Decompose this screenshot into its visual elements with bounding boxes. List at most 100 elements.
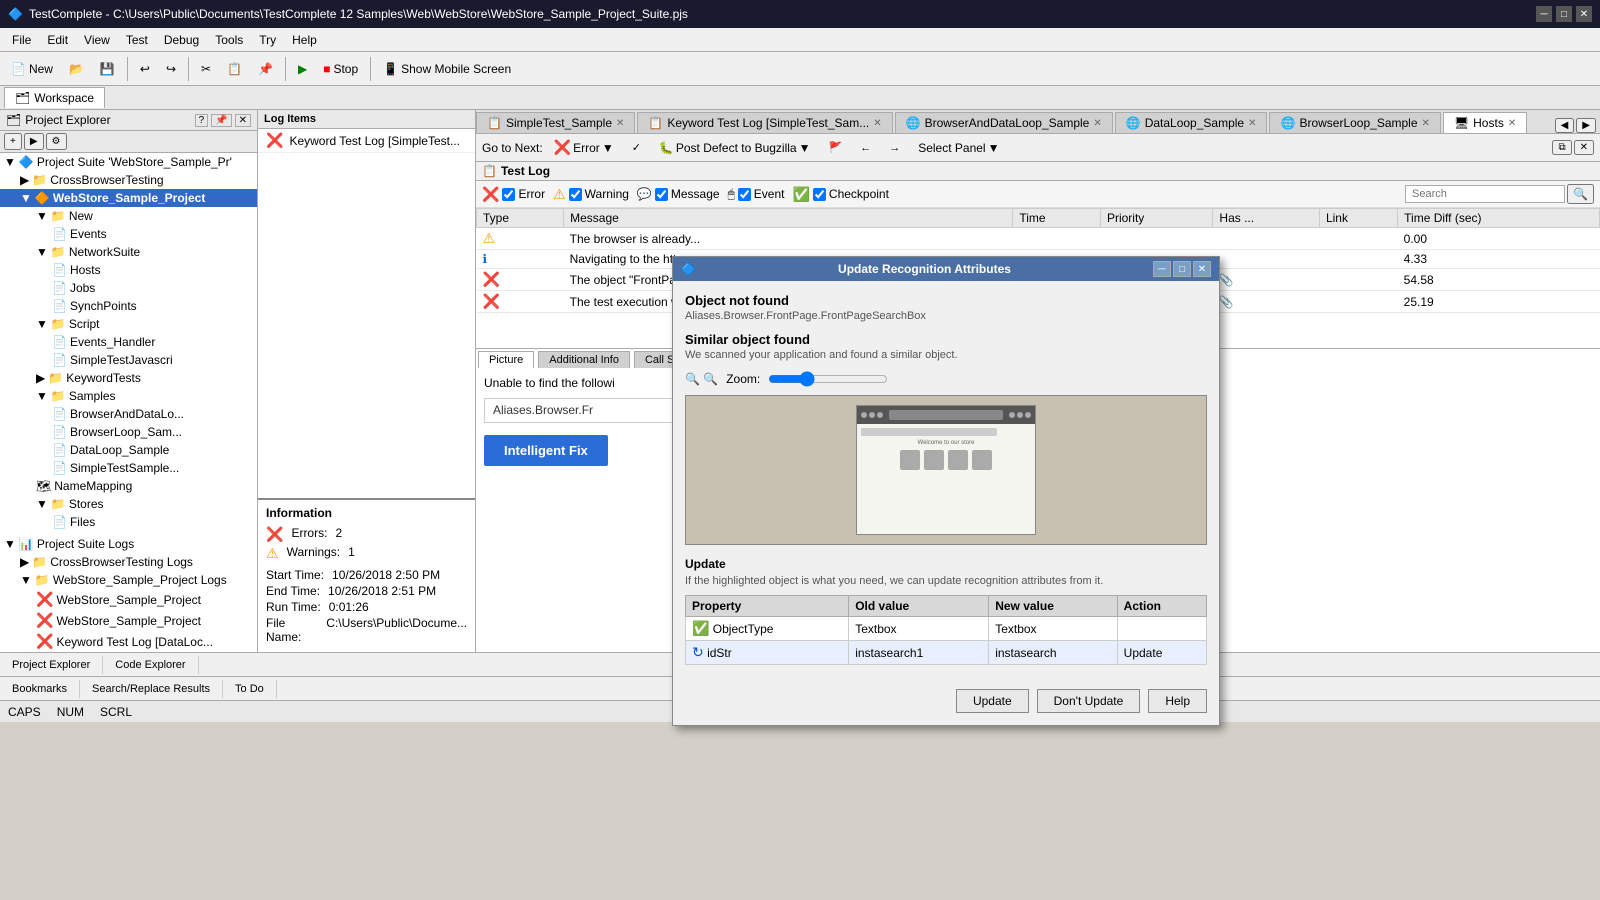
show-mobile-button[interactable]: 📱 Show Mobile Screen xyxy=(376,58,518,80)
event-checkbox[interactable] xyxy=(738,188,751,201)
new-button[interactable]: 📄 New xyxy=(4,58,60,80)
tab-additional-info[interactable]: Additional Info xyxy=(538,351,630,368)
tree-item-log2[interactable]: ❌ WebStore_Sample_Project xyxy=(0,610,257,631)
tab-hosts[interactable]: 🖥 Hosts ✕ xyxy=(1443,112,1527,133)
refresh-icon[interactable]: ↻ xyxy=(692,644,704,660)
paste-button[interactable]: 📌 xyxy=(251,58,280,80)
intelligent-fix-button[interactable]: Intelligent Fix xyxy=(484,435,608,466)
tab-left-arrow[interactable]: ◀ xyxy=(1555,118,1575,133)
search-replace-tab[interactable]: Search/Replace Results xyxy=(80,680,223,698)
tree-item-simpletest[interactable]: 📄 SimpleTestSample... xyxy=(0,459,257,477)
tab-browserloop[interactable]: 🌐 BrowserLoop_Sample ✕ xyxy=(1269,112,1440,133)
update-button[interactable]: Update xyxy=(956,689,1029,713)
add-project-button[interactable]: + xyxy=(4,133,22,150)
explorer-close-icon[interactable]: ✕ xyxy=(235,114,251,127)
tree-item-advanced[interactable]: ▼ 📁 New xyxy=(0,207,257,225)
tree-item-log1[interactable]: ❌ WebStore_Sample_Project xyxy=(0,589,257,610)
tree-item-crossbrowser-logs[interactable]: ▶ 📁 CrossBrowserTesting Logs xyxy=(0,553,257,571)
tab-close-icon[interactable]: ✕ xyxy=(616,118,624,129)
open-button[interactable]: 📂 xyxy=(62,58,91,80)
help-button[interactable]: Help xyxy=(1148,689,1207,713)
tree-item-browseranddataloop[interactable]: 📄 BrowserAndDataLo... xyxy=(0,405,257,423)
attr-row-1[interactable]: ✅ ObjectType Textbox Textbox xyxy=(686,617,1207,641)
tree-item-samples[interactable]: ▼ 📁 Samples xyxy=(0,387,257,405)
nav-back-button[interactable]: ← xyxy=(853,139,878,157)
tab-right-arrow[interactable]: ▶ xyxy=(1576,118,1596,133)
dont-update-button[interactable]: Don't Update xyxy=(1037,689,1141,713)
tree-item-webstore[interactable]: ▼ 🔶 WebStore_Sample_Project xyxy=(0,189,257,207)
menu-debug[interactable]: Debug xyxy=(156,31,207,49)
tab-nav-arrows[interactable]: ◀ ▶ xyxy=(1555,118,1600,133)
tab-close-icon[interactable]: ✕ xyxy=(1093,118,1101,129)
tree-item-jobs[interactable]: 📄 Jobs xyxy=(0,279,257,297)
tab-close-icon[interactable]: ✕ xyxy=(1422,118,1430,129)
help-icon[interactable]: ? xyxy=(195,114,209,127)
tab-close-icon[interactable]: ✕ xyxy=(1508,118,1516,129)
explorer-pin-icon[interactable]: 📌 xyxy=(211,114,231,127)
stop-button[interactable]: ■ Stop xyxy=(316,58,365,80)
close-button[interactable]: ✕ xyxy=(1576,6,1592,22)
tree-item-files[interactable]: 📄 Files xyxy=(0,513,257,531)
explorer-settings-button[interactable]: ⚙ xyxy=(46,133,67,150)
panel-restore-button[interactable]: ⧉ xyxy=(1552,140,1571,155)
menu-edit[interactable]: Edit xyxy=(39,31,76,49)
tree-item-events[interactable]: 📄 Events xyxy=(0,225,257,243)
undo-button[interactable]: ↩ xyxy=(133,58,157,80)
tree-item-events-handler[interactable]: 📄 Events_Handler xyxy=(0,333,257,351)
filter-message[interactable]: 💬 Message xyxy=(637,187,720,201)
tree-item-webstore-logs[interactable]: ▼ 📁 WebStore_Sample_Project Logs xyxy=(0,571,257,589)
accept-button[interactable]: ✓ xyxy=(625,138,648,157)
message-checkbox[interactable] xyxy=(655,188,668,201)
filter-error[interactable]: ❌ Error xyxy=(482,186,545,203)
tab-close-icon[interactable]: ✕ xyxy=(1248,118,1256,129)
tab-simpletest[interactable]: 📋 SimpleTest_Sample ✕ xyxy=(476,112,635,133)
tab-picture[interactable]: Picture xyxy=(478,351,534,368)
tree-item-networksuite[interactable]: ▼ 📁 NetworkSuite xyxy=(0,243,257,261)
filter-event[interactable]: 🖱 Event xyxy=(728,187,785,202)
menu-help[interactable]: Help xyxy=(284,31,325,49)
minimize-button[interactable]: ─ xyxy=(1536,6,1552,22)
flag-icon[interactable]: 🚩 xyxy=(822,138,850,157)
copy-button[interactable]: 📋 xyxy=(220,58,249,80)
title-bar-controls[interactable]: ─ □ ✕ xyxy=(1536,6,1592,22)
error-nav-button[interactable]: ❌ Error ▼ xyxy=(547,136,621,159)
select-panel-button[interactable]: Select Panel ▼ xyxy=(911,138,1006,158)
warning-checkbox[interactable] xyxy=(569,188,582,201)
tab-dataloop[interactable]: 🌐 DataLoop_Sample ✕ xyxy=(1115,112,1268,133)
tree-item-suite[interactable]: ▼ 🔷 Project Suite 'WebStore_Sample_Pr' xyxy=(0,153,257,171)
filter-checkpoint[interactable]: ✅ Checkpoint xyxy=(792,186,888,203)
tab-close-icon[interactable]: ✕ xyxy=(873,118,881,129)
todo-tab[interactable]: To Do xyxy=(223,680,277,698)
menu-test[interactable]: Test xyxy=(118,31,156,49)
workspace-tab[interactable]: 🗂 Workspace xyxy=(4,87,105,108)
tree-item-synchpoints[interactable]: 📄 SynchPoints xyxy=(0,297,257,315)
dialog-maximize-button[interactable]: □ xyxy=(1173,261,1191,277)
dialog-minimize-button[interactable]: ─ xyxy=(1153,261,1171,277)
project-explorer-tab[interactable]: Project Explorer xyxy=(0,656,103,674)
tree-item-hosts[interactable]: 📄 Hosts xyxy=(0,261,257,279)
filter-warning[interactable]: ⚠ Warning xyxy=(553,186,629,203)
search-input[interactable] xyxy=(1405,185,1565,203)
tree-item-log3[interactable]: ❌ Keyword Test Log [DataLoc... xyxy=(0,631,257,652)
tree-item-suite-logs[interactable]: ▼ 📊 Project Suite Logs xyxy=(0,535,257,553)
code-explorer-tab[interactable]: Code Explorer xyxy=(103,656,198,674)
attr-row-2[interactable]: ↻ idStr instasearch1 instasearch Update xyxy=(686,641,1207,665)
filter-search-box[interactable]: 🔍 xyxy=(1405,184,1594,204)
error-checkbox[interactable] xyxy=(502,188,515,201)
cut-button[interactable]: ✂ xyxy=(194,58,218,80)
run-button[interactable]: ▶ xyxy=(291,58,314,80)
menu-try[interactable]: Try xyxy=(251,31,284,49)
maximize-button[interactable]: □ xyxy=(1556,6,1572,22)
bookmarks-tab[interactable]: Bookmarks xyxy=(0,680,80,698)
redo-button[interactable]: ↪ xyxy=(159,58,183,80)
nav-forward-button[interactable]: → xyxy=(882,139,907,157)
log-list-item[interactable]: ❌ Keyword Test Log [SimpleTest... xyxy=(258,129,475,153)
menu-file[interactable]: File xyxy=(4,31,39,49)
save-button[interactable]: 💾 xyxy=(93,58,122,80)
menu-tools[interactable]: Tools xyxy=(207,31,251,49)
tree-item-dataloop[interactable]: 📄 DataLoop_Sample xyxy=(0,441,257,459)
tree-item-simpletestjs[interactable]: 📄 SimpleTestJavascri xyxy=(0,351,257,369)
zoom-slider[interactable] xyxy=(768,371,888,387)
panel-close-button[interactable]: ✕ xyxy=(1574,140,1594,155)
dialog-close-button[interactable]: ✕ xyxy=(1193,261,1211,277)
